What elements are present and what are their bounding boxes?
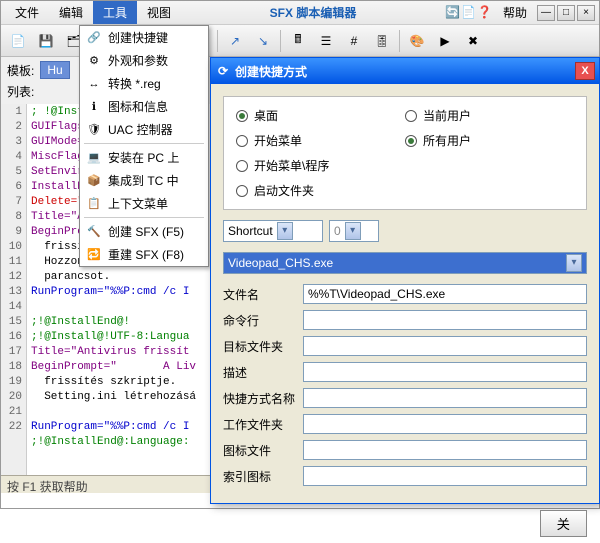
location-radio-group: 桌面开始菜单开始菜单\程序启动文件夹 当前用户所有用户 — [223, 96, 587, 210]
cmdline-field[interactable] — [303, 310, 587, 330]
radio-icon — [405, 135, 417, 147]
tools-dropdown: 🔗创建快捷键 ⚙外观和参数 ↔转换 *.reg ℹ图标和信息 🛡UAC 控制器 … — [79, 25, 209, 267]
desc-field[interactable] — [303, 362, 587, 382]
chevron-down-icon[interactable]: ▾ — [277, 222, 293, 240]
create-shortcut-dialog: ⟳ 创建快捷方式 X 桌面开始菜单开始菜单\程序启动文件夹 当前用户所有用户 S… — [210, 57, 600, 504]
workdir-label: 工作文件夹 — [223, 416, 303, 433]
dm-integrate-tc[interactable]: 📦集成到 TC 中 — [80, 169, 208, 192]
path-combo[interactable]: Videopad_CHS.exe ▾ — [223, 252, 587, 274]
dialog-close-btn[interactable]: 关 — [540, 510, 587, 537]
dm-icon-info[interactable]: ℹ图标和信息 — [80, 95, 208, 118]
dialog-titlebar[interactable]: ⟳ 创建快捷方式 X — [211, 58, 599, 84]
save-button[interactable]: 💾 — [33, 28, 59, 54]
menu-edit[interactable]: 编辑 — [49, 1, 93, 24]
shield-icon: 🛡 — [86, 122, 102, 138]
dialog-title-text: 创建快捷方式 — [235, 63, 307, 80]
clear-button[interactable]: ✖ — [460, 28, 486, 54]
package-icon: 📦 — [86, 173, 102, 189]
menu-tools[interactable]: 工具 — [93, 1, 137, 24]
filename-field[interactable] — [303, 284, 587, 304]
dm-convert-reg[interactable]: ↔转换 *.reg — [80, 72, 208, 95]
info-icon: ℹ — [86, 99, 102, 115]
calc-button[interactable]: 🖩 — [285, 28, 311, 54]
dm-create-shortcut[interactable]: 🔗创建快捷键 — [80, 26, 208, 49]
radio-user-1[interactable]: 所有用户 — [405, 132, 574, 149]
workdir-field[interactable] — [303, 414, 587, 434]
cmdline-label: 命令行 — [223, 312, 303, 329]
iconindex-field[interactable] — [303, 466, 587, 486]
target-field[interactable] — [303, 336, 587, 356]
refresh-icon[interactable]: 🔄 — [445, 5, 461, 21]
template-label: 模板: — [7, 62, 34, 79]
menu-file[interactable]: 文件 — [5, 1, 49, 24]
paint-button[interactable]: 🎨 — [404, 28, 430, 54]
line-gutter: 12345678910111213141516171819202122 — [1, 104, 27, 489]
dm-install-pc[interactable]: 💻安装在 PC 上 — [80, 146, 208, 169]
menu-help[interactable]: 帮助 — [493, 1, 537, 24]
equalizer-button[interactable]: 🎚 — [369, 28, 395, 54]
hash-button[interactable]: # — [341, 28, 367, 54]
shortcutname-label: 快捷方式名称 — [223, 390, 303, 407]
radio-icon — [236, 160, 248, 172]
radio-user-0[interactable]: 当前用户 — [405, 107, 574, 124]
build-icon: 🔨 — [86, 224, 102, 240]
desc-label: 描述 — [223, 364, 303, 381]
number-select[interactable]: 0 ▾ — [329, 220, 379, 242]
rebuild-icon: 🔁 — [86, 247, 102, 263]
gear-icon: ⚙ — [86, 53, 102, 69]
shortcutname-field[interactable] — [303, 388, 587, 408]
radio-loc-0[interactable]: 桌面 — [236, 107, 405, 124]
template-combo[interactable]: Hu — [40, 61, 69, 79]
close-button[interactable]: × — [577, 5, 595, 21]
filename-label: 文件名 — [223, 286, 303, 303]
radio-loc-2[interactable]: 开始菜单\程序 — [236, 157, 405, 174]
radio-icon — [236, 110, 248, 122]
import-button[interactable]: ↘ — [250, 28, 276, 54]
maximize-button[interactable]: □ — [557, 5, 575, 21]
radio-icon — [236, 135, 248, 147]
radio-loc-3[interactable]: 启动文件夹 — [236, 182, 405, 199]
dialog-close-button[interactable]: X — [575, 62, 595, 80]
app-title: SFX 脚本编辑器 — [181, 4, 445, 21]
menu-view[interactable]: 视图 — [137, 1, 181, 24]
chevron-down-icon[interactable]: ▾ — [566, 254, 582, 272]
list-button[interactable]: ☰ — [313, 28, 339, 54]
help-doc-icon[interactable]: 📄 — [461, 5, 477, 21]
iconfile-field[interactable] — [303, 440, 587, 460]
iconfile-label: 图标文件 — [223, 442, 303, 459]
target-label: 目标文件夹 — [223, 338, 303, 355]
menu-bar: 文件 编辑 工具 视图 SFX 脚本编辑器 🔄 📄 ❓ 帮助 — □ × — [1, 1, 599, 25]
list-label: 列表: — [7, 83, 34, 100]
help-question-icon[interactable]: ❓ — [477, 5, 493, 21]
dm-create-sfx[interactable]: 🔨创建 SFX (F5) — [80, 220, 208, 243]
chevron-down-icon[interactable]: ▾ — [345, 222, 361, 240]
iconindex-label: 索引图标 — [223, 468, 303, 485]
radio-icon — [236, 185, 248, 197]
export-button[interactable]: ↗ — [222, 28, 248, 54]
dm-uac[interactable]: 🛡UAC 控制器 — [80, 118, 208, 141]
radio-loc-1[interactable]: 开始菜单 — [236, 132, 405, 149]
minimize-button[interactable]: — — [537, 5, 555, 21]
dm-context-menu[interactable]: 📋上下文菜单 — [80, 192, 208, 215]
radio-icon — [405, 110, 417, 122]
dialog-icon: ⟳ — [215, 63, 231, 79]
run-button[interactable]: ▶ — [432, 28, 458, 54]
dm-rebuild-sfx[interactable]: 🔁重建 SFX (F8) — [80, 243, 208, 266]
dm-appearance[interactable]: ⚙外观和参数 — [80, 49, 208, 72]
new-button[interactable]: 📄 — [5, 28, 31, 54]
shortcut-type-select[interactable]: Shortcut ▾ — [223, 220, 323, 242]
computer-icon: 💻 — [86, 150, 102, 166]
link-icon: 🔗 — [86, 30, 102, 46]
menu-icon: 📋 — [86, 196, 102, 212]
convert-icon: ↔ — [86, 76, 102, 92]
